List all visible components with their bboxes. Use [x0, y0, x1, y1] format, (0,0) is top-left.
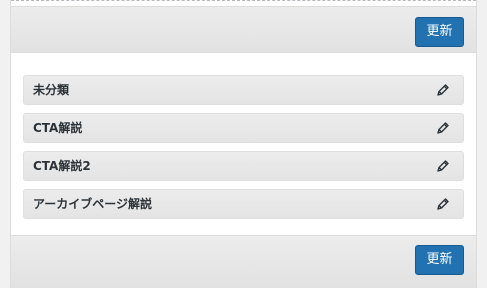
pencil-icon[interactable] [436, 121, 450, 135]
bottom-action-bar: 更新 [11, 235, 476, 288]
list-item-label: CTA解説 [33, 121, 83, 135]
settings-panel: 更新 未分類 CTA解説 CTA解説2 アーカイブページ解説 更新 [10, 0, 477, 288]
category-list: 未分類 CTA解説 CTA解説2 アーカイブページ解説 [23, 75, 464, 227]
list-item[interactable]: 未分類 [23, 75, 464, 105]
list-item-label: 未分類 [33, 83, 70, 97]
update-button-bottom[interactable]: 更新 [415, 245, 464, 275]
list-item[interactable]: アーカイブページ解説 [23, 189, 464, 219]
top-action-bar: 更新 [11, 6, 476, 53]
update-button-top[interactable]: 更新 [415, 17, 464, 47]
list-item-label: CTA解説2 [33, 159, 91, 173]
list-item[interactable]: CTA解説2 [23, 151, 464, 181]
pencil-icon[interactable] [436, 83, 450, 97]
drop-zone-border [11, 0, 476, 1]
list-item-label: アーカイブページ解説 [33, 197, 153, 211]
pencil-icon[interactable] [436, 197, 450, 211]
list-item[interactable]: CTA解説 [23, 113, 464, 143]
pencil-icon[interactable] [436, 159, 450, 173]
